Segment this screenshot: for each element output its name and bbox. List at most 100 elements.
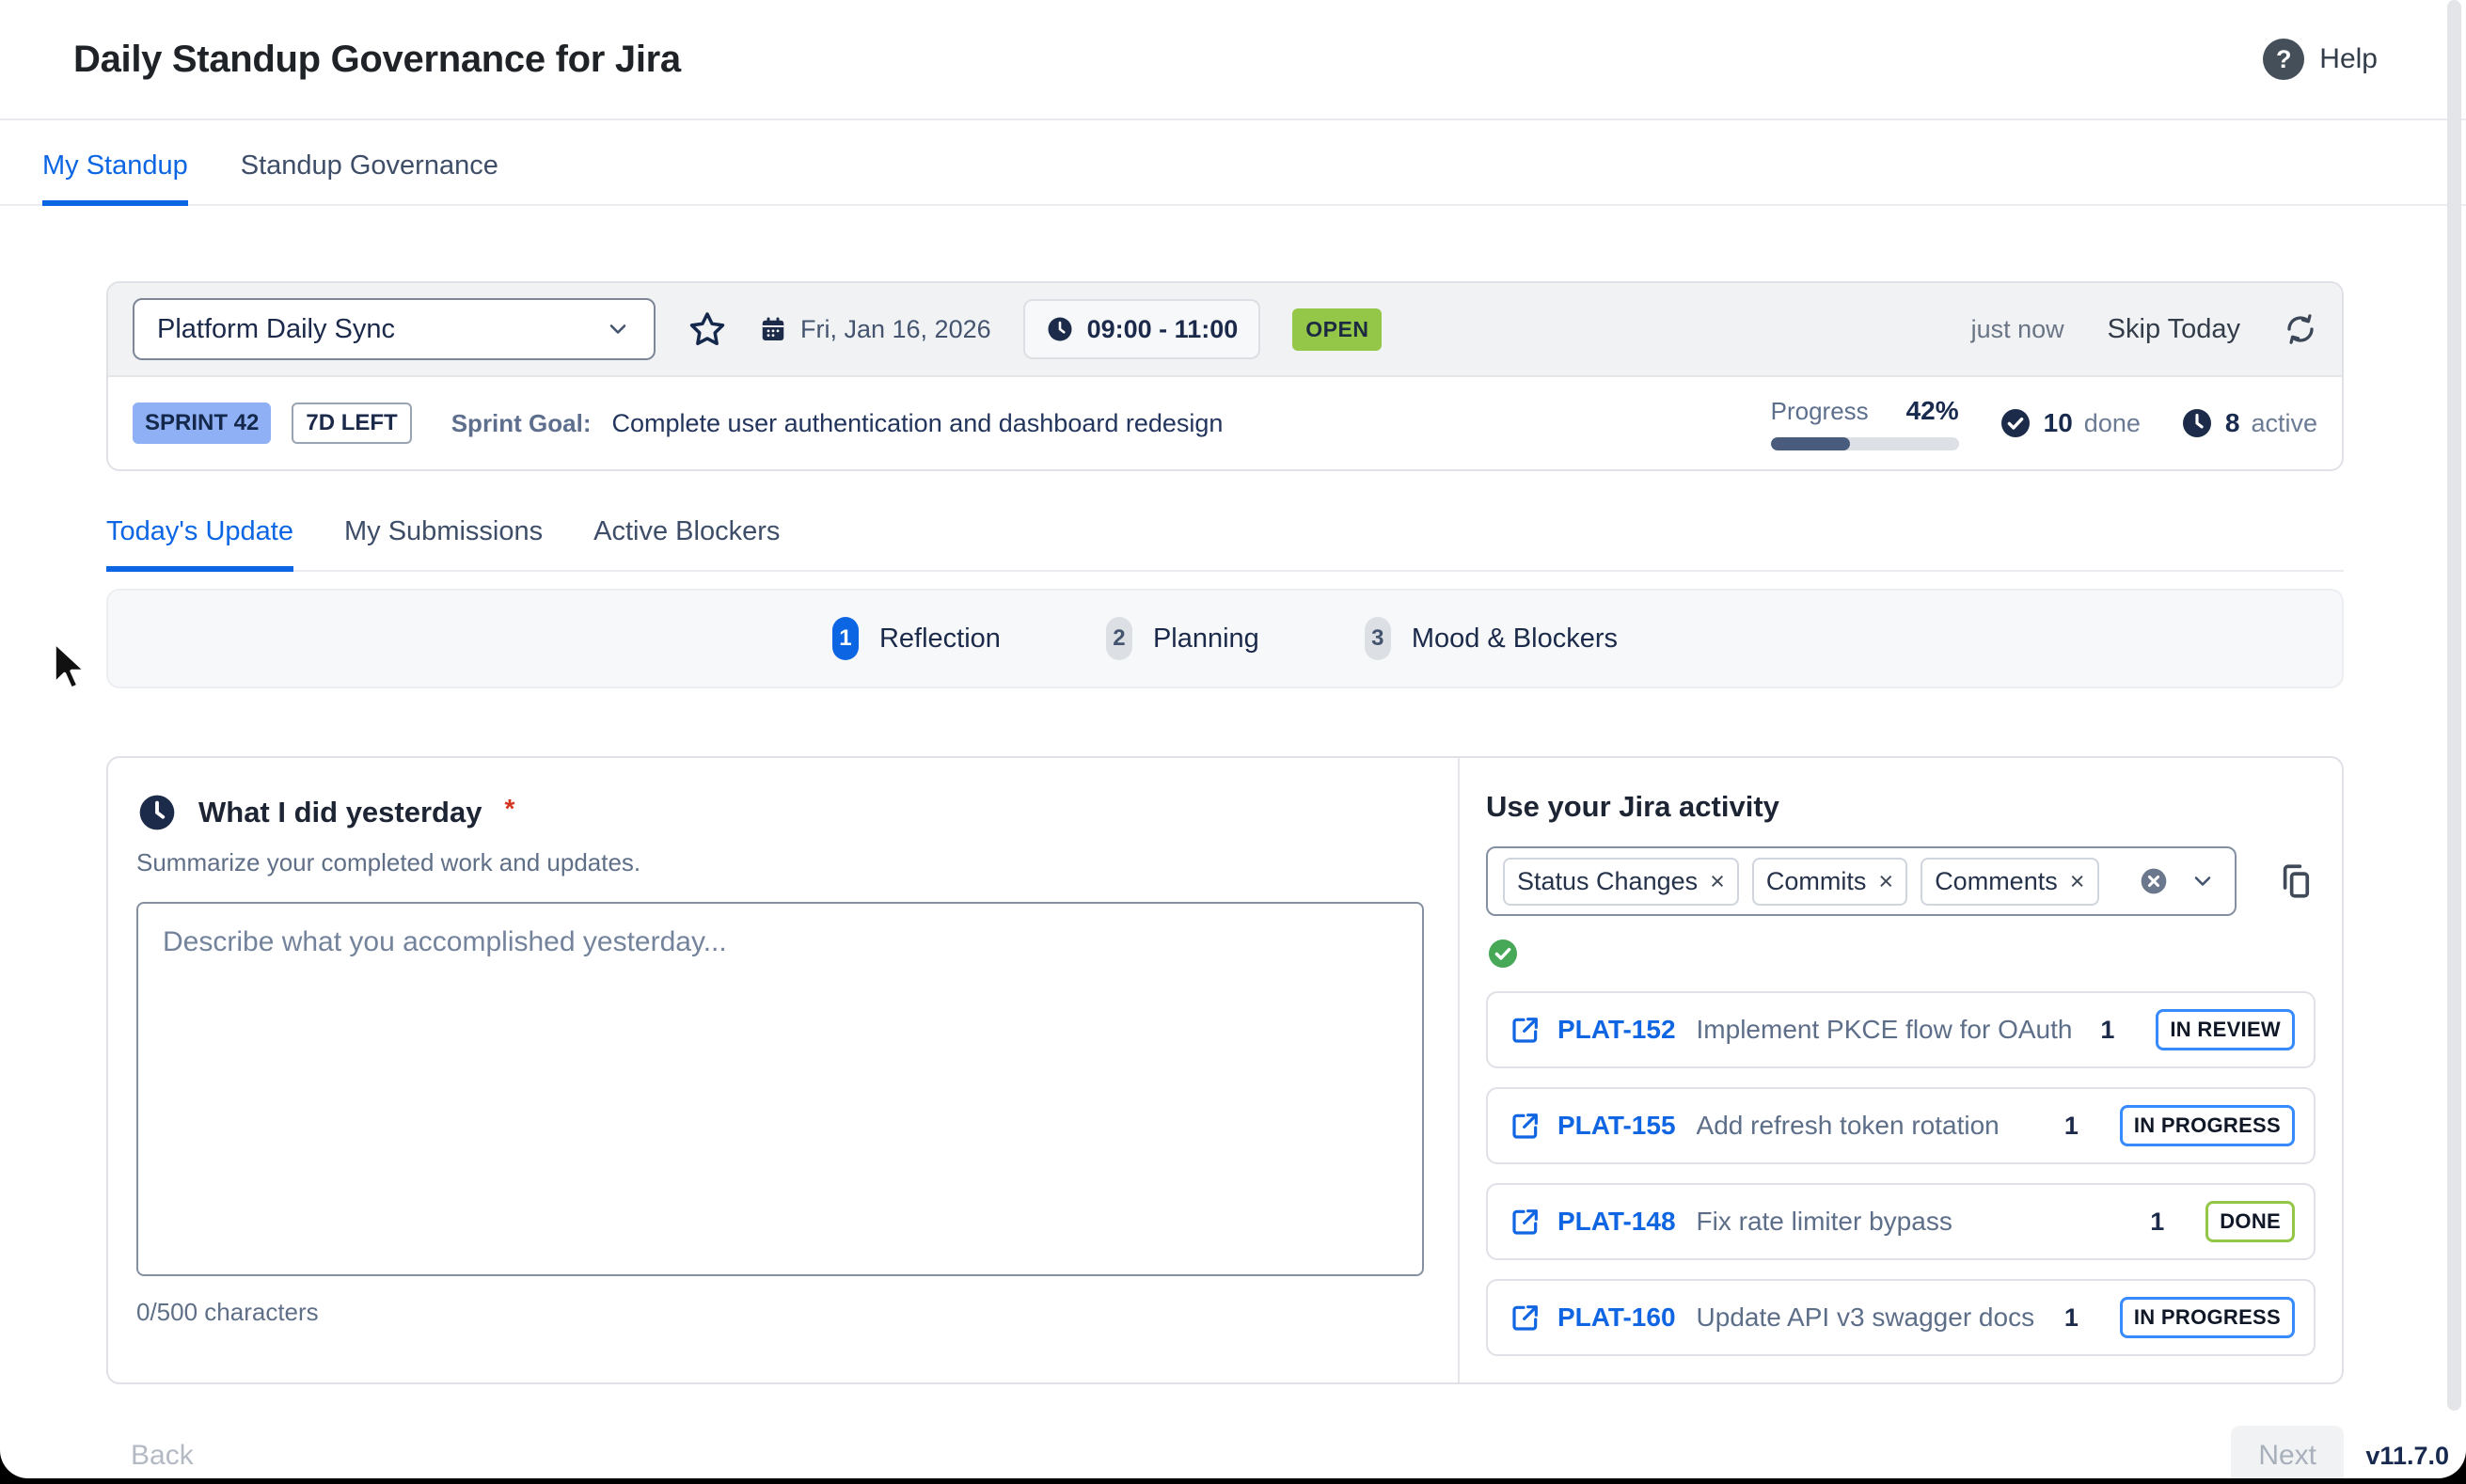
chip-label: Status Changes <box>1517 867 1698 896</box>
chip-remove-icon[interactable]: × <box>1878 869 1893 894</box>
star-icon <box>688 309 727 349</box>
help-button[interactable]: ? Help <box>2263 39 2378 80</box>
chip-remove-icon[interactable]: × <box>1710 869 1725 894</box>
step-reflection[interactable]: 1 Reflection <box>832 617 1001 660</box>
yesterday-textarea[interactable] <box>136 902 1424 1276</box>
clear-all-icon[interactable] <box>2139 866 2169 896</box>
chevron-down-icon[interactable] <box>2189 868 2216 894</box>
standup-select[interactable]: Platform Daily Sync <box>133 298 656 360</box>
activity-title: Use your Jira activity <box>1486 790 2316 824</box>
check-circle-green-icon <box>1486 937 1520 971</box>
tab-my-standup[interactable]: My Standup <box>42 150 188 206</box>
step-number-badge: 1 <box>832 617 859 660</box>
help-label: Help <box>2319 43 2378 75</box>
calendar-icon <box>759 315 787 343</box>
activity-item[interactable]: PLAT-148 Fix rate limiter bypass 1 DONE <box>1486 1183 2316 1260</box>
issue-key[interactable]: PLAT-160 <box>1557 1302 1676 1333</box>
standup-select-value: Platform Daily Sync <box>157 314 395 345</box>
chip-label: Comments <box>1935 867 2058 896</box>
chip-remove-icon[interactable]: × <box>2070 869 2085 894</box>
issue-summary: Implement PKCE flow for OAuth <box>1697 1015 2073 1045</box>
standup-time-text: 09:00 - 11:00 <box>1087 315 1239 344</box>
step-number-badge: 2 <box>1106 617 1132 660</box>
copy-activity-button[interactable] <box>2276 861 2316 901</box>
page-title: Daily Standup Governance for Jira <box>73 39 681 81</box>
sprint-goal-text: Complete user authentication and dashboa… <box>612 409 1224 438</box>
standup-date: Fri, Jan 16, 2026 <box>759 315 991 344</box>
done-stat: 10 done <box>1999 406 2141 440</box>
progress-bar-track <box>1771 437 1959 450</box>
next-button[interactable]: Next <box>2231 1426 2344 1478</box>
issue-activity-count: 1 <box>2064 1112 2079 1141</box>
done-label: done <box>2084 409 2141 438</box>
top-nav-tabs: My Standup Standup Governance <box>0 120 2466 206</box>
external-link-icon <box>1510 1015 1541 1045</box>
chip-label: Commits <box>1766 867 1867 896</box>
filter-chip-status-changes[interactable]: Status Changes × <box>1503 858 1739 906</box>
required-asterisk: * <box>504 794 514 824</box>
help-icon: ? <box>2263 39 2304 80</box>
standup-date-text: Fri, Jan 16, 2026 <box>800 315 991 344</box>
progress-bar-fill <box>1771 437 1850 450</box>
tab-my-submissions[interactable]: My Submissions <box>344 516 543 572</box>
tab-standup-governance[interactable]: Standup Governance <box>241 150 498 206</box>
issue-status-badge: DONE <box>2205 1201 2295 1242</box>
clock-icon <box>136 792 178 833</box>
issue-activity-count: 1 <box>2064 1303 2079 1333</box>
step-label: Reflection <box>879 624 1001 655</box>
active-label: active <box>2251 409 2317 438</box>
yesterday-form: What I did yesterday * Summarize your co… <box>108 758 1460 1382</box>
scrollbar-thumb[interactable] <box>2447 0 2461 1411</box>
toolbar-right: just now Skip Today <box>1971 312 2317 346</box>
activity-item[interactable]: PLAT-155 Add refresh token rotation 1 IN… <box>1486 1087 2316 1164</box>
check-circle-icon <box>1999 406 2032 440</box>
days-left-badge: 7D LEFT <box>292 403 411 444</box>
sync-success-indicator <box>1486 937 2316 971</box>
sub-tabs: Today's Update My Submissions Active Blo… <box>106 516 2344 572</box>
activity-item[interactable]: PLAT-160 Update API v3 swagger docs 1 IN… <box>1486 1279 2316 1356</box>
status-badge-open: OPEN <box>1292 308 1382 351</box>
filter-chip-comments[interactable]: Comments × <box>1921 858 2098 906</box>
issue-status-badge: IN REVIEW <box>2156 1009 2295 1050</box>
active-count: 8 <box>2225 408 2240 438</box>
refresh-button[interactable] <box>2284 312 2317 346</box>
char-counter: 0/500 characters <box>136 1298 1424 1327</box>
issue-status-badge: IN PROGRESS <box>2120 1105 2295 1146</box>
external-link-icon <box>1510 1302 1541 1333</box>
sprint-badge: SPRINT 42 <box>133 403 271 444</box>
standup-time-window[interactable]: 09:00 - 11:00 <box>1023 299 1261 359</box>
issue-summary: Update API v3 swagger docs <box>1697 1302 2035 1333</box>
app-version: v11.7.0 <box>2365 1442 2449 1471</box>
activity-item[interactable]: PLAT-152 Implement PKCE flow for OAuth 1… <box>1486 991 2316 1068</box>
main-content: Platform Daily Sync Fri, Jan 16, 2026 09… <box>0 206 2466 1478</box>
jira-activity-panel: Use your Jira activity Status Changes × … <box>1460 758 2342 1382</box>
activity-filter-select[interactable]: Status Changes × Commits × Comments × <box>1486 846 2237 916</box>
issue-activity-count: 1 <box>2100 1016 2114 1045</box>
step-label: Planning <box>1153 624 1259 655</box>
standup-card: Platform Daily Sync Fri, Jan 16, 2026 09… <box>106 281 2344 471</box>
form-title: What I did yesterday <box>198 796 482 829</box>
favorite-star-button[interactable] <box>688 309 727 349</box>
external-link-icon <box>1510 1207 1541 1237</box>
issue-key[interactable]: PLAT-152 <box>1557 1015 1676 1045</box>
issue-key[interactable]: PLAT-155 <box>1557 1111 1676 1141</box>
issue-key[interactable]: PLAT-148 <box>1557 1207 1676 1237</box>
tab-active-blockers[interactable]: Active Blockers <box>593 516 780 572</box>
standup-toolbar: Platform Daily Sync Fri, Jan 16, 2026 09… <box>108 283 2342 377</box>
active-stat: 8 active <box>2180 406 2317 440</box>
step-mood-blockers[interactable]: 3 Mood & Blockers <box>1365 617 1618 660</box>
app-window: Daily Standup Governance for Jira ? Help… <box>0 0 2466 1478</box>
skip-today-button[interactable]: Skip Today <box>2108 314 2240 345</box>
external-link-icon <box>1510 1111 1541 1141</box>
issue-activity-count: 1 <box>2150 1208 2164 1237</box>
clock-icon <box>1046 315 1074 343</box>
back-button[interactable]: Back <box>106 1427 194 1478</box>
filter-chip-commits[interactable]: Commits × <box>1752 858 1907 906</box>
tab-todays-update[interactable]: Today's Update <box>106 516 293 572</box>
step-planning[interactable]: 2 Planning <box>1106 617 1259 660</box>
last-saved-text: just now <box>1971 315 2064 344</box>
issue-status-badge: IN PROGRESS <box>2120 1297 2295 1338</box>
progress-percent: 42% <box>1906 396 1959 426</box>
progress-label: Progress <box>1771 397 1869 426</box>
step-label: Mood & Blockers <box>1412 624 1618 655</box>
